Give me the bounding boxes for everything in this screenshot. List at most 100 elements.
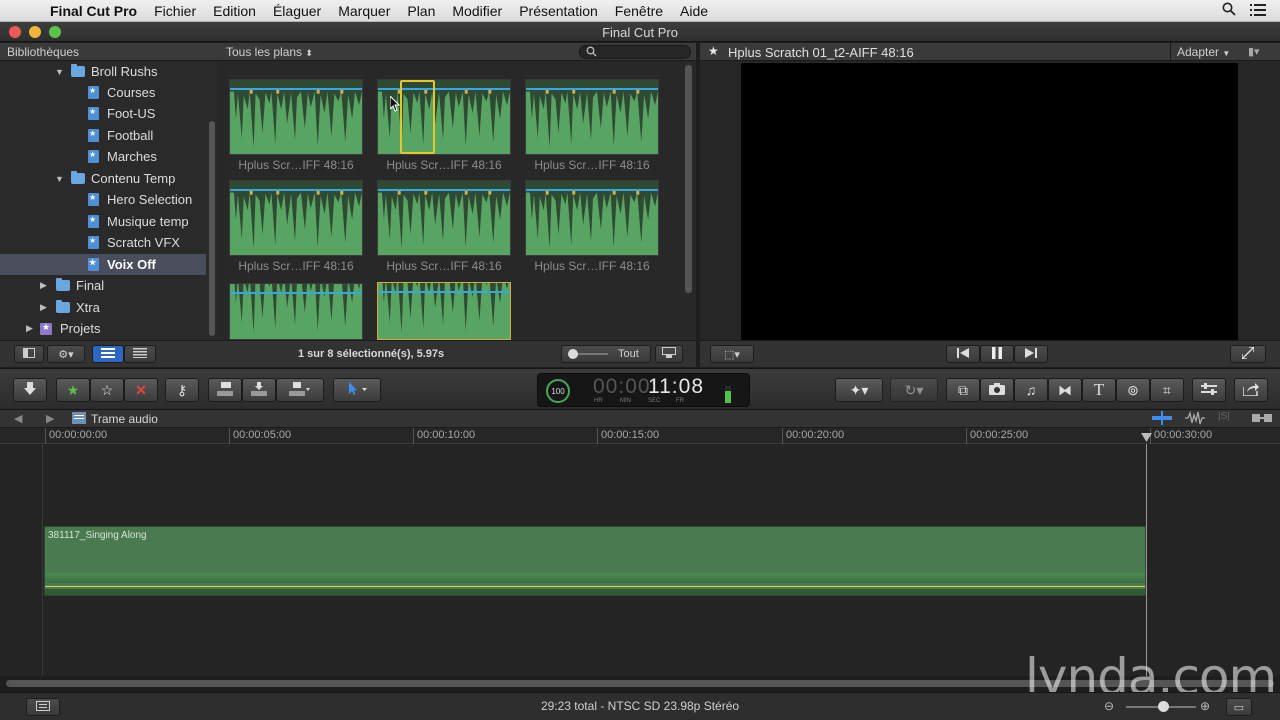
disclosure-closed-icon[interactable]: ▶ [26,323,38,334]
menu-edition[interactable]: Edition [213,3,256,19]
library-item-foot-us[interactable]: Foot-US [0,103,206,124]
skimmer-selection-range[interactable] [400,80,435,154]
volume-line[interactable] [45,586,1145,587]
playhead-marker-icon[interactable] [1141,431,1152,445]
library-item-xtra[interactable]: ▶ Xtra [0,297,206,318]
filmstrip-view-button[interactable] [92,345,124,363]
disclosure-open-icon[interactable]: ▼ [55,174,67,184]
browser-clip-5[interactable] [377,180,511,256]
viewer-screen[interactable] [741,63,1238,340]
library-item-hero-selection[interactable]: Hero Selection [0,189,206,210]
reject-button[interactable]: ✕ [124,378,158,402]
timeline-zoom-slider[interactable] [1126,701,1196,712]
zoom-in-icon[interactable]: ⊕ [1200,699,1210,713]
library-item-scratch-vfx[interactable]: Scratch VFX [0,232,206,253]
library-item-voix-off[interactable]: Voix Off [0,254,206,275]
zoom-slider-knob[interactable] [1158,701,1169,712]
background-tasks-indicator[interactable]: 100 [546,379,570,403]
themes-browser-button[interactable]: ⌗ [1150,378,1184,402]
browser-clip-8-selected[interactable] [377,282,511,340]
browser-clip-6[interactable] [525,180,659,256]
connect-clip-button[interactable] [208,378,242,402]
spotlight-search-icon[interactable] [1222,2,1236,20]
skimming-toggle-icon[interactable] [1152,411,1172,428]
clip-appearance-button[interactable] [655,345,683,363]
show-hide-libraries-button[interactable] [14,345,44,363]
clip-appearance-timeline-button[interactable]: ▭ [1226,698,1252,716]
library-item-projets[interactable]: ▶ Projets [0,318,206,339]
viewer-options-icon[interactable]: ▮▾ [1248,45,1260,58]
list-view-button[interactable] [124,345,156,363]
disclosure-closed-icon[interactable]: ▶ [40,280,52,291]
playhead-line[interactable] [1146,444,1147,676]
library-item-broll-rushs[interactable]: ▼ Broll Rushs [0,61,206,82]
inspector-button[interactable] [1192,378,1226,402]
menu-elaguer[interactable]: Élaguer [273,3,321,19]
menu-fichier[interactable]: Fichier [154,3,196,19]
enhancements-menu-button[interactable]: ✦▾ [835,378,883,402]
browser-clip-4[interactable] [229,180,363,256]
search-icon [586,46,597,60]
fullscreen-button[interactable] [1230,345,1266,363]
browser-clip-7[interactable] [229,283,363,340]
retime-menu-button[interactable]: ↻▾ [890,378,938,402]
select-tool-button[interactable] [333,378,381,402]
library-item-musique-temp[interactable]: Musique temp [0,211,206,232]
browser-clip-2[interactable] [377,79,511,155]
notification-list-icon[interactable] [1250,3,1266,20]
import-button[interactable] [13,378,47,402]
timeline-forward-icon[interactable]: ▶ [46,412,54,425]
browser-clip-3[interactable] [525,79,659,155]
previous-edit-button[interactable] [946,345,980,363]
disclosure-closed-icon[interactable]: ▶ [40,302,52,313]
action-menu-button[interactable]: ⚙▾ [47,345,85,363]
insert-clip-button[interactable] [242,378,276,402]
browser-bottom-bar: 1 sur 8 sélectionné(s), 5.97s Tout [218,340,696,367]
zoom-out-icon[interactable]: ⊖ [1104,699,1114,713]
next-edit-button[interactable] [1014,345,1048,363]
favorite-button[interactable]: ★ [56,378,90,402]
library-item-contenu-temp[interactable]: ▼ Contenu Temp [0,168,206,189]
unrate-button[interactable]: ☆ [90,378,124,402]
menu-presentation[interactable]: Présentation [519,3,598,19]
menu-fenetre[interactable]: Fenêtre [615,3,663,19]
menu-app-name[interactable]: Final Cut Pro [50,3,137,19]
share-button[interactable] [1234,378,1268,402]
photos-browser-button[interactable] [980,378,1014,402]
dashboard-timecode[interactable]: 100 00:00: 11:08 HR MIN SEC FR [537,373,750,407]
audio-skimming-icon[interactable] [1185,410,1205,428]
snapping-icon[interactable] [1252,411,1272,428]
play-pause-button[interactable] [980,345,1014,363]
slider-knob[interactable] [568,349,578,359]
timeline-clip[interactable]: 381117_Singing Along [44,526,1146,596]
browser-scrollbar[interactable] [685,65,692,293]
append-clip-button[interactable] [276,378,324,402]
solo-icon[interactable]: |S| [1218,411,1230,422]
library-item-marches[interactable]: Marches [0,146,206,167]
timeline-ruler[interactable]: 00:00:00:00 00:00:05:00 00:00:10:00 00:0… [0,428,1280,444]
titles-browser-button[interactable]: T [1082,378,1116,402]
menu-aide[interactable]: Aide [680,3,708,19]
browser-search-input[interactable] [579,45,691,59]
music-browser-button[interactable]: ♫ [1014,378,1048,402]
menu-plan[interactable]: Plan [407,3,435,19]
clip-filter-popup[interactable]: Tous les plans ⬍ [226,45,313,59]
viewer-transform-popup[interactable]: ⬚▾ [710,345,754,363]
library-scrollbar[interactable] [209,121,215,336]
menu-modifier[interactable]: Modifier [452,3,502,19]
audio-meter-mini[interactable] [725,386,731,403]
clip-size-slider[interactable]: Tout [561,345,651,363]
viewer-zoom-popup[interactable]: Adapter ▼ [1177,45,1230,59]
timeline-area[interactable]: 381117_Singing Along [0,444,1280,676]
library-item-final[interactable]: ▶ Final [0,275,206,296]
generators-browser-button[interactable]: ⊚ [1116,378,1150,402]
transitions-browser-button[interactable]: ⧓ [1048,378,1082,402]
menu-marquer[interactable]: Marquer [338,3,390,19]
library-item-football[interactable]: Football [0,125,206,146]
disclosure-open-icon[interactable]: ▼ [55,67,67,77]
keyword-editor-button[interactable]: ⚷ [165,378,199,402]
browser-clip-1[interactable] [229,79,363,155]
effects-browser-button[interactable]: ⧉ [946,378,980,402]
library-item-courses[interactable]: Courses [0,82,206,103]
timeline-back-icon[interactable]: ◀ [14,412,22,425]
